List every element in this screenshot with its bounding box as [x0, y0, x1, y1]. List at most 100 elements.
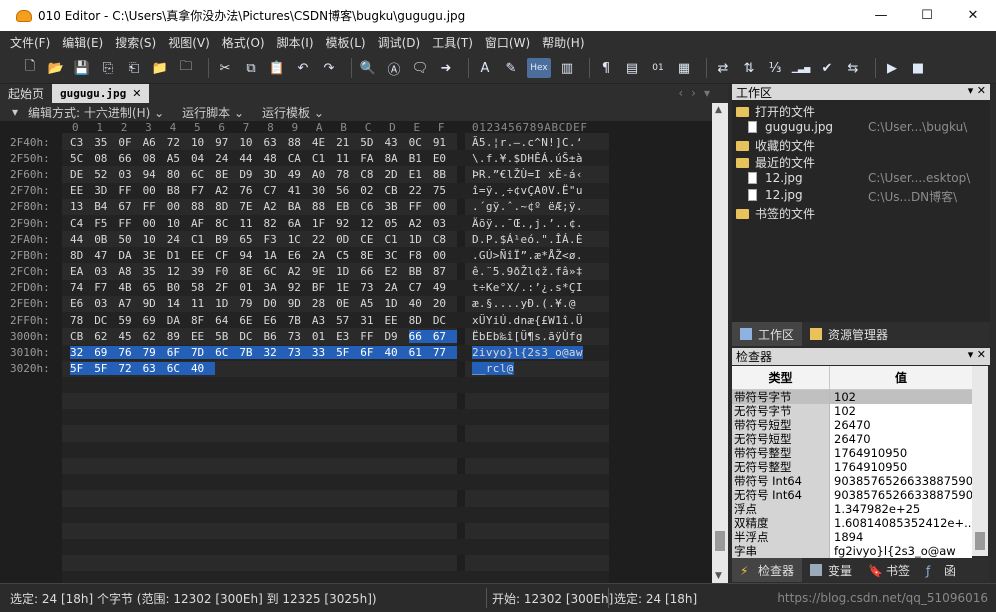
hex-byte[interactable]: 78	[70, 314, 94, 327]
hex-byte[interactable]: C8	[360, 168, 384, 181]
hex-byte[interactable]: 65	[143, 281, 167, 294]
open-file-item[interactable]: gugugu.jpg C:\User...\bugku\	[748, 120, 988, 134]
hex-byte[interactable]: 13	[70, 200, 94, 213]
hex-byte[interactable]: 63	[264, 136, 288, 149]
hex-byte[interactable]: 97	[215, 136, 239, 149]
paragraph-icon[interactable]: ¶	[596, 58, 616, 78]
hex-byte[interactable]: C1	[312, 152, 336, 165]
hex-byte[interactable]: 40	[384, 346, 409, 360]
hex-byte[interactable]: 39	[191, 265, 215, 278]
hex-byte[interactable]: 11	[336, 152, 360, 165]
hex-byte[interactable]: 89	[167, 330, 191, 343]
redo-icon[interactable]: ↷	[319, 58, 339, 78]
hex-byte[interactable]: 00	[433, 200, 457, 213]
pin-icon[interactable]: ▾	[968, 84, 974, 97]
hex-byte[interactable]: 88	[191, 200, 215, 213]
tab-scroll-arrows[interactable]: ‹›▾	[678, 86, 718, 100]
hex-byte[interactable]	[360, 362, 384, 375]
hex-byte[interactable]: 6F	[360, 346, 385, 360]
hex-byte[interactable]: C3	[70, 136, 94, 149]
recent-files-group[interactable]: 最近的文件	[736, 154, 815, 171]
hex-byte[interactable]: 24	[215, 152, 239, 165]
row-ascii[interactable]: xÜYiÚ.dnæ{£W1î.Ü	[472, 314, 583, 327]
columns-icon[interactable]: ▥	[557, 58, 577, 78]
hex-byte[interactable]: 61	[408, 346, 433, 360]
hex-byte[interactable]: F0	[215, 265, 239, 278]
minimize-button[interactable]: —	[858, 0, 904, 31]
scroll-down-icon[interactable]: ▼	[715, 571, 722, 581]
hex-byte[interactable]: AF	[191, 217, 215, 230]
hex-byte[interactable]: 6C	[191, 168, 215, 181]
hex-byte[interactable]: 94	[239, 249, 263, 262]
hex-byte[interactable]: 32	[263, 346, 288, 360]
hex-byte[interactable]: A2	[215, 184, 239, 197]
hex-row[interactable]: 2F70h: EE 3D FF 00 B8 F7 A2 76 C7 41 30 56 02 CB 22 75 î=…	[0, 183, 582, 199]
hex-byte[interactable]: 3B	[384, 200, 408, 213]
hex-byte[interactable]: 03	[118, 168, 142, 181]
hex-row[interactable]: 2FD0h: 74 F7 4B 65 B0 58 2F 01 3A 92 BF 1E 73 2A C7 49 t÷…	[0, 280, 582, 296]
inspector-value[interactable]: fg2ivyo}l{2s3_o@aw	[830, 544, 972, 558]
hex-byte[interactable]: 3D	[94, 184, 118, 197]
hex-byte[interactable]: DC	[239, 330, 263, 343]
menu-item-4[interactable]: 格式(O)	[222, 34, 265, 51]
histogram-icon[interactable]: ▁▃▅	[791, 58, 811, 78]
hex-byte[interactable]: CB	[384, 184, 408, 197]
hex-byte[interactable]: 5C	[70, 152, 94, 165]
hex-byte[interactable]	[215, 362, 239, 375]
hex-byte[interactable]: 00	[143, 217, 167, 230]
hex-row[interactable]: 2FE0h: E6 03 A7 9D 14 11 1D 79 D0 9D 28 0E A5 1D 40 20 æ.…	[0, 296, 576, 312]
row-ascii[interactable]: .´gÿ.ˆ.~¢º ëÆ;ÿ.	[472, 200, 583, 213]
hex-view-icon[interactable]: Hex	[527, 58, 551, 78]
inspector-value[interactable]: 102	[830, 390, 972, 404]
inspector-row[interactable]: 无符号 Int64 9038576526633887590	[732, 488, 972, 502]
hex-byte[interactable]: DC	[433, 314, 457, 327]
font-icon[interactable]: A	[475, 58, 495, 78]
hex-byte[interactable]: A6	[143, 136, 167, 149]
highlight-icon[interactable]: ✎	[501, 58, 521, 78]
hex-byte[interactable]: 73	[287, 346, 312, 360]
hex-byte[interactable]: F7	[94, 281, 118, 294]
hex-byte[interactable]: DC	[94, 314, 118, 327]
hex-byte[interactable]: 66	[408, 329, 433, 343]
hex-byte[interactable]: 8C	[215, 217, 239, 230]
inspector-row[interactable]: 字串 fg2ivyo}l{2s3_o@aw	[732, 544, 972, 558]
hex-byte[interactable]: C5	[336, 249, 360, 262]
tab-functions[interactable]: ƒ函	[918, 558, 964, 582]
hex-byte[interactable]: 7E	[239, 200, 263, 213]
hex-byte[interactable]: 76	[118, 346, 143, 360]
find-in-files-icon[interactable]: 🗨	[410, 58, 430, 78]
hex-byte[interactable]	[312, 362, 336, 375]
hex-byte[interactable]: 20	[433, 297, 457, 310]
hex-row[interactable]: 2FF0h: 78 DC 59 69 DA 8F 64 6E E6 7B A3 57 31 EE 8D DC xÜ…	[0, 312, 582, 328]
hex-byte[interactable]: 00	[433, 249, 457, 262]
close-all-icon[interactable]: 🗀	[176, 58, 196, 78]
menu-item-9[interactable]: 窗口(W)	[485, 34, 530, 51]
hex-byte[interactable]: 49	[288, 168, 312, 181]
favorites-group[interactable]: 收藏的文件	[736, 137, 815, 154]
hex-byte[interactable]: F5	[94, 217, 118, 230]
hex-byte[interactable]: C1	[384, 233, 408, 246]
hex-row[interactable]: 2FB0h: 8D 47 DA 3E D1 EE CF 94 1A E6 2A C5 8E 3C F8 00 .G…	[0, 247, 582, 263]
hex-byte[interactable]: 73	[288, 330, 312, 343]
hex-byte[interactable]: CF	[215, 249, 239, 262]
hex-byte[interactable]: 64	[215, 314, 239, 327]
hex-byte[interactable]: 08	[94, 152, 118, 165]
hex-byte[interactable]	[384, 362, 408, 375]
menu-item-7[interactable]: 调试(D)	[378, 34, 421, 51]
hex-byte[interactable]: A3	[312, 314, 336, 327]
hex-byte[interactable]: 77	[432, 346, 457, 360]
hex-byte[interactable]: CA	[288, 152, 312, 165]
row-ascii[interactable]: __rcl@	[472, 362, 514, 376]
hex-byte[interactable]: CE	[360, 233, 384, 246]
hex-byte[interactable]: DA	[118, 249, 142, 262]
hex-byte[interactable]: B1	[409, 152, 433, 165]
hex-byte[interactable]: FF	[143, 200, 167, 213]
hex-byte[interactable]: FF	[409, 200, 433, 213]
menu-item-10[interactable]: 帮助(H)	[542, 34, 584, 51]
hex-row[interactable]: 2F50h: 5C 08 66 08 A5 04 24 44 48 CA C1 11 FA 8A B1 E0 \.…	[0, 150, 582, 166]
hex-byte[interactable]: 72	[118, 362, 143, 376]
hex-byte[interactable]: E0	[433, 152, 457, 165]
hex-byte[interactable]: A5	[167, 152, 191, 165]
hex-byte[interactable]: C8	[433, 233, 457, 246]
ruler-icon[interactable]: ▤	[622, 58, 642, 78]
